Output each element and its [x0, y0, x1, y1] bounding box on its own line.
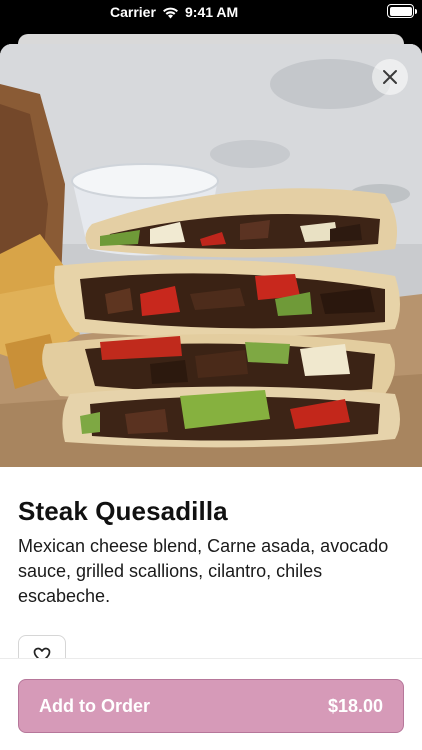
status-bar: Carrier 9:41 AM [0, 0, 422, 26]
quesadilla-illustration [0, 44, 422, 467]
clock: 9:41 AM [185, 4, 239, 20]
screen: Carrier 9:41 AM Steak Quesadilla Mexican… [0, 0, 422, 750]
item-detail-sheet: Steak Quesadilla Mexican cheese blend, C… [0, 44, 422, 750]
add-to-order-button[interactable]: Add to Order $18.00 [18, 679, 404, 733]
add-to-order-label: Add to Order [39, 695, 150, 716]
close-button[interactable] [372, 59, 408, 95]
carrier-label: Carrier [110, 4, 156, 20]
item-description: Mexican cheese blend, Carne asada, avoca… [18, 536, 389, 606]
close-icon [383, 70, 397, 84]
price-label: $18.00 [327, 695, 383, 716]
quesadilla-stack [42, 188, 401, 448]
item-photo [0, 44, 422, 467]
bottom-action-bar: Add to Order $18.00 [0, 658, 422, 750]
carrier-group: Carrier [110, 4, 179, 20]
wifi-icon [162, 7, 178, 18]
battery-icon [387, 4, 417, 18]
item-title: Steak Quesadilla [18, 496, 228, 526]
